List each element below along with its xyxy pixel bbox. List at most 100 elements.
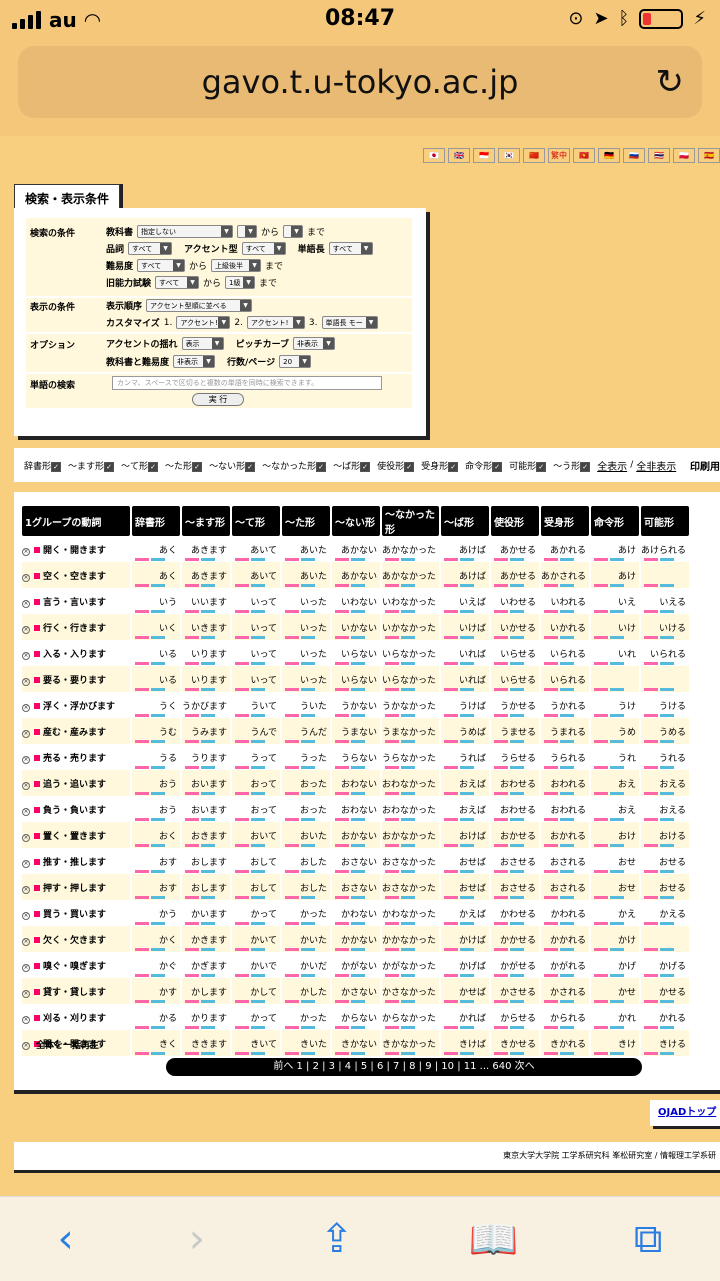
remove-icon[interactable]: × xyxy=(22,937,30,946)
conjugation-cell[interactable]: おけば xyxy=(441,822,490,848)
conjugation-cell[interactable]: うませる xyxy=(491,718,540,744)
conjugation-cell[interactable]: おえば xyxy=(441,770,490,796)
conjugation-cell[interactable]: おって xyxy=(232,770,281,796)
conjugation-cell[interactable]: かした xyxy=(282,978,331,1004)
conjugation-cell[interactable]: かさせる xyxy=(491,978,540,1004)
flag-icon[interactable]: 🇬🇧 xyxy=(448,148,470,163)
conjugation-cell[interactable]: うられる xyxy=(541,744,589,770)
checkbox[interactable]: ✓ xyxy=(536,461,547,472)
show-all-link[interactable]: 全表示 xyxy=(597,458,627,473)
conjugation-cell[interactable]: きかれる xyxy=(541,1030,590,1056)
conjugation-cell[interactable]: おせ xyxy=(591,848,639,874)
conjugation-cell[interactable]: おされる xyxy=(541,874,590,900)
flag-icon[interactable]: 🇹🇭 xyxy=(648,148,670,163)
conjugation-cell[interactable]: かいて xyxy=(232,926,281,952)
conjugation-cell[interactable]: あかない xyxy=(332,562,381,588)
remove-icon[interactable]: × xyxy=(22,703,30,712)
conjugation-cell[interactable]: いられる xyxy=(641,640,689,666)
remove-icon[interactable]: × xyxy=(22,963,30,972)
conjugation-cell[interactable]: かった xyxy=(282,900,330,926)
conjugation-cell[interactable]: おさせる xyxy=(491,874,540,900)
conjugation-cell[interactable]: かげ xyxy=(591,952,639,978)
conjugation-cell[interactable]: かがれる xyxy=(541,952,589,978)
conjugation-cell[interactable]: いらない xyxy=(332,666,381,692)
remove-icon[interactable]: × xyxy=(22,599,30,608)
form-checkbox-item[interactable]: 辞書形 ✓ xyxy=(24,459,65,472)
conjugation-cell[interactable]: あかせる xyxy=(491,536,539,562)
conjugation-cell[interactable]: おされる xyxy=(541,848,589,874)
conjugation-cell[interactable]: うかせる xyxy=(491,692,539,718)
conjugation-cell[interactable]: おう xyxy=(132,796,180,822)
conjugation-cell[interactable]: うみます xyxy=(182,718,231,744)
checkbox[interactable]: ✓ xyxy=(404,461,415,472)
conjugation-cell[interactable]: うめば xyxy=(441,718,490,744)
range-to-select[interactable] xyxy=(283,225,304,238)
conjugation-cell[interactable]: かされる xyxy=(541,978,590,1004)
conjugation-cell[interactable]: いった xyxy=(282,666,331,692)
conjugation-cell[interactable]: いられる xyxy=(541,666,590,692)
conjugation-cell[interactable]: かぎます xyxy=(182,952,230,978)
conjugation-cell[interactable]: かさなかった xyxy=(382,978,440,1004)
conjugation-cell[interactable]: うまれる xyxy=(541,718,590,744)
conjugation-cell[interactable]: あきます xyxy=(182,562,231,588)
conjugation-cell[interactable]: かえば xyxy=(441,900,489,926)
range-from-select[interactable] xyxy=(237,225,258,238)
conjugation-cell[interactable]: おわれる xyxy=(541,770,590,796)
conjugation-cell[interactable]: おく xyxy=(132,822,180,848)
flag-icon[interactable]: 🇯🇵 xyxy=(423,148,445,163)
conjugation-cell[interactable]: うった xyxy=(282,744,330,770)
conjugation-cell[interactable]: おきます xyxy=(182,822,231,848)
conjugation-cell[interactable]: うれる xyxy=(641,744,689,770)
conjugation-cell[interactable]: おった xyxy=(282,770,331,796)
conjugation-cell[interactable]: いれば xyxy=(441,640,489,666)
conjugation-cell[interactable]: いける xyxy=(641,614,690,640)
conjugation-cell[interactable]: いえる xyxy=(641,588,689,614)
flag-icon[interactable]: 🇮🇩 xyxy=(473,148,495,163)
conjugation-cell[interactable]: いる xyxy=(132,666,180,692)
play-icon[interactable] xyxy=(34,780,40,787)
conjugation-cell[interactable]: いかせる xyxy=(491,614,540,640)
play-icon[interactable] xyxy=(34,598,40,605)
conjugation-cell[interactable]: かった xyxy=(282,1004,330,1030)
checkbox[interactable]: ✓ xyxy=(192,461,203,472)
conjugation-cell[interactable]: おさせる xyxy=(491,848,539,874)
conjugation-cell[interactable]: おせば xyxy=(441,874,490,900)
conjugation-cell[interactable] xyxy=(641,666,690,692)
conjugation-cell[interactable]: いかない xyxy=(332,614,381,640)
conjugation-cell[interactable]: おえば xyxy=(441,796,489,822)
difficulty-from-select[interactable]: すべて xyxy=(137,259,186,272)
remove-icon[interactable]: × xyxy=(22,885,30,894)
conjugation-cell[interactable]: おした xyxy=(282,874,331,900)
conjugation-cell[interactable]: おって xyxy=(232,796,280,822)
conjugation-cell[interactable]: かえ xyxy=(591,900,639,926)
conjugation-cell[interactable]: あかれる xyxy=(541,536,589,562)
conjugation-cell[interactable]: おせる xyxy=(641,874,690,900)
conjugation-cell[interactable]: あいた xyxy=(282,562,331,588)
play-icon[interactable] xyxy=(34,702,40,709)
play-icon[interactable] xyxy=(34,910,40,917)
conjugation-cell[interactable]: きかせる xyxy=(491,1030,540,1056)
conjugation-cell[interactable]: かく xyxy=(132,926,180,952)
ojad-top-link[interactable]: OJADトップ xyxy=(650,1100,720,1126)
conjugation-cell[interactable]: おかせる xyxy=(491,822,540,848)
conjugation-cell[interactable]: うける xyxy=(641,692,689,718)
jlpt-to-select[interactable]: 1級 xyxy=(225,276,256,289)
conjugation-cell[interactable]: ういた xyxy=(282,692,330,718)
conjugation-cell[interactable]: かいだ xyxy=(282,952,330,978)
conjugation-cell[interactable]: かぐ xyxy=(132,952,180,978)
conjugation-cell[interactable]: いらなかった xyxy=(382,640,439,666)
conjugation-cell[interactable]: うんで xyxy=(232,718,281,744)
conjugation-cell[interactable]: かせる xyxy=(641,978,690,1004)
conjugation-cell[interactable]: いかれる xyxy=(541,614,590,640)
conjugation-cell[interactable]: うかない xyxy=(332,692,380,718)
conjugation-cell[interactable]: からなかった xyxy=(382,1004,439,1030)
remove-icon[interactable]: × xyxy=(22,677,30,686)
conjugation-cell[interactable]: おかれる xyxy=(541,822,590,848)
conjugation-cell[interactable]: いれば xyxy=(441,666,490,692)
play-icon[interactable] xyxy=(34,1014,40,1021)
remove-icon[interactable]: × xyxy=(22,651,30,660)
conjugation-cell[interactable]: うらない xyxy=(332,744,380,770)
bookmarks-icon[interactable]: 📖 xyxy=(469,1216,519,1263)
flag-icon[interactable]: 🇵🇱 xyxy=(673,148,695,163)
conjugation-cell[interactable]: かります xyxy=(182,1004,230,1030)
